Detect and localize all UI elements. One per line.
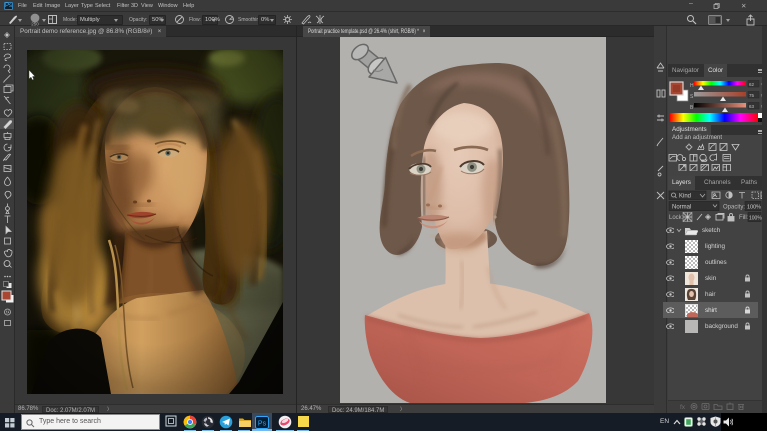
svg-text:Ps: Ps: [258, 420, 267, 427]
svg-text:75: 75: [749, 93, 755, 98]
svg-text:100%: 100%: [747, 205, 761, 211]
svg-text:Normal: Normal: [672, 205, 691, 211]
svg-text:63: 63: [749, 104, 755, 109]
svg-text:H: H: [690, 83, 694, 89]
svg-text:fx: fx: [680, 404, 686, 411]
svg-text:B: B: [690, 105, 694, 111]
svg-text:S: S: [690, 94, 694, 100]
svg-text:Kind: Kind: [679, 194, 691, 200]
svg-text:Opacity:: Opacity:: [723, 205, 745, 211]
svg-text:62: 62: [749, 82, 755, 87]
svg-text:100%: 100%: [749, 216, 762, 222]
svg-text:Fill:: Fill:: [739, 215, 749, 221]
svg-text:Lock:: Lock:: [669, 215, 684, 221]
